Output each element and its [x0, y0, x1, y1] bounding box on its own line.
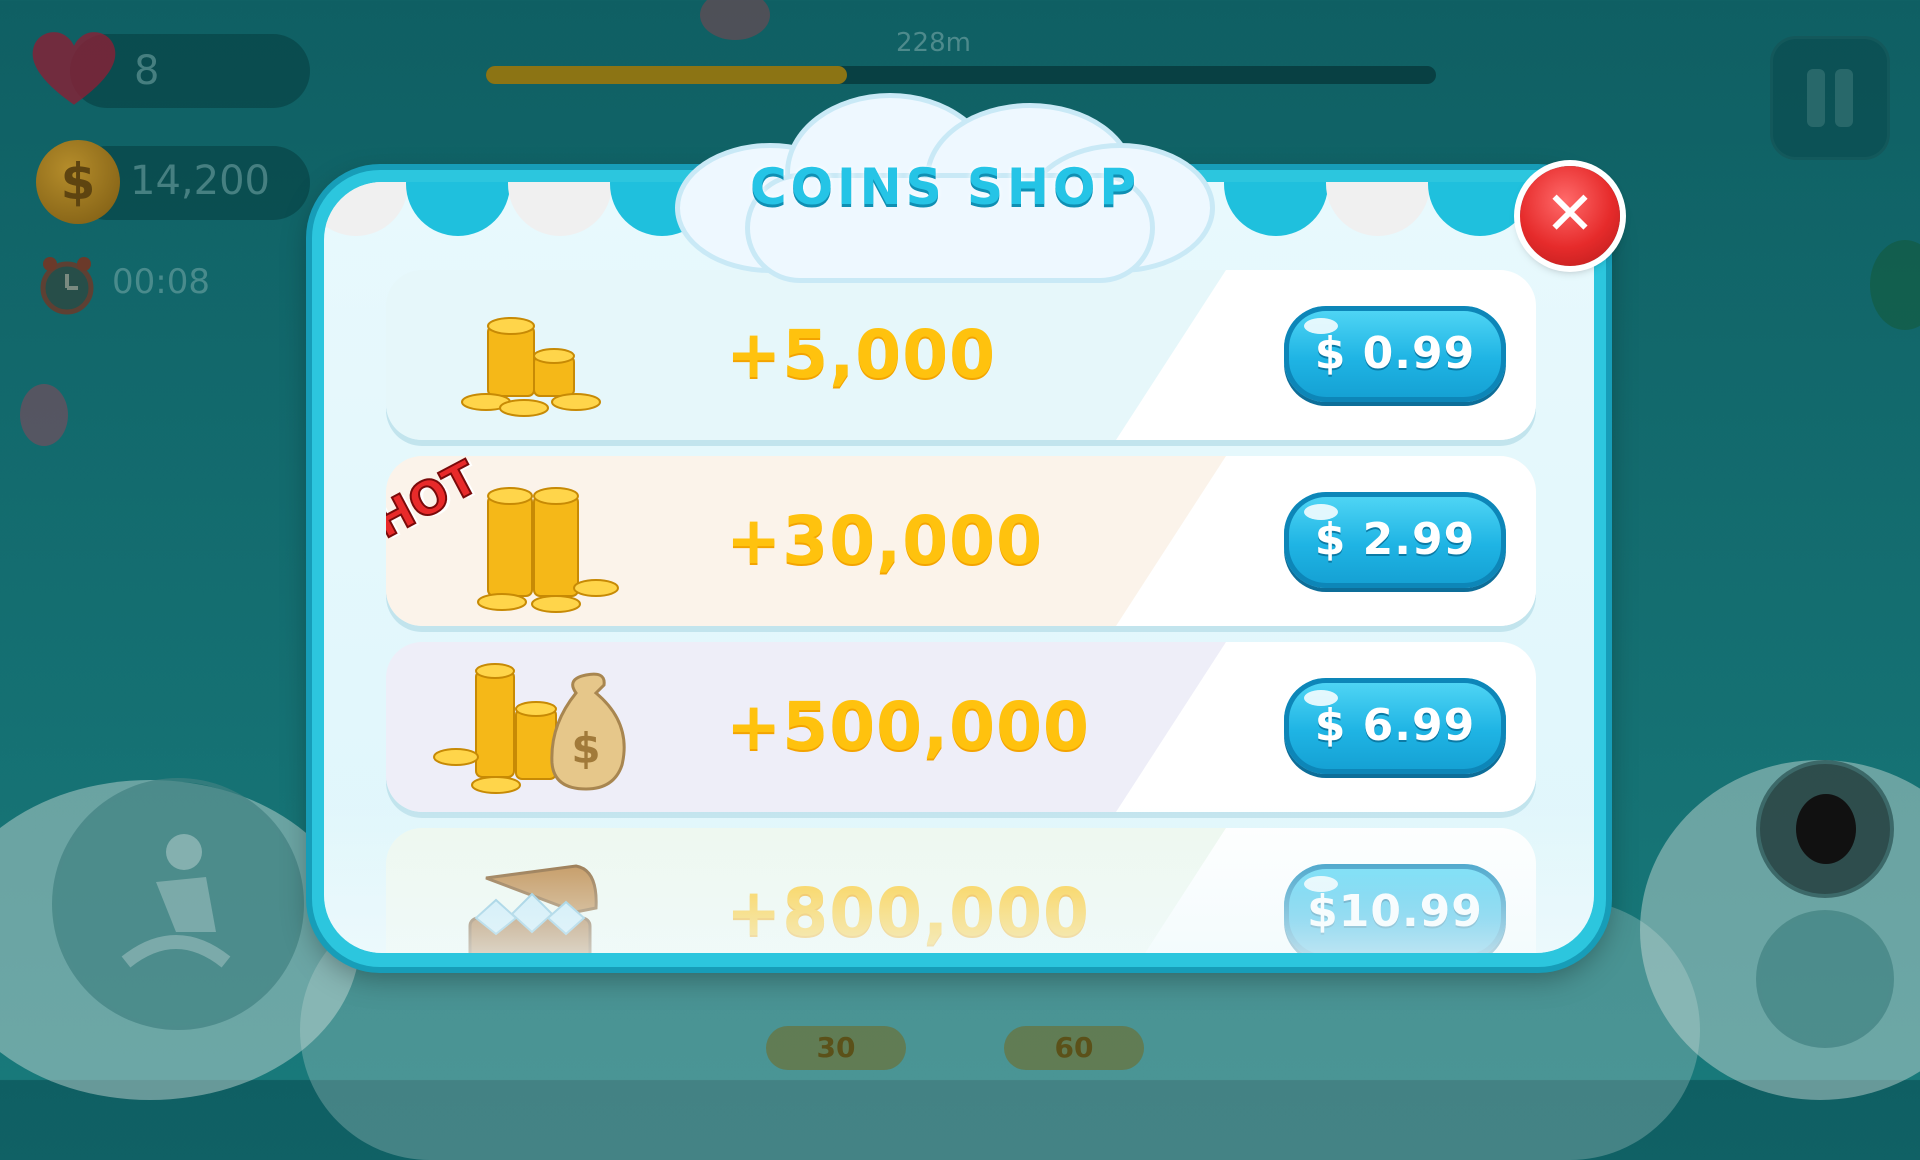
button-gloss — [1304, 318, 1338, 334]
coin-amount: +30,000 — [726, 502, 1043, 579]
buy-button-0-99[interactable]: $ 0.99 — [1284, 306, 1506, 402]
awning-scallop — [1326, 182, 1430, 236]
bomb-action-button[interactable] — [1756, 760, 1894, 898]
coin-amount: +500,000 — [726, 688, 1090, 765]
coin-amount: +5,000 — [726, 316, 997, 393]
shop-panel: +5,000 $ 0.99 HOT +30,000 $ 2.99 $ +500,… — [324, 182, 1594, 953]
coin-icon: $ — [36, 140, 120, 224]
alarm-clock-icon — [40, 257, 94, 315]
awning-scallop — [406, 182, 510, 236]
heart-icon — [32, 32, 116, 105]
shop-item-row: $ +500,000 $ 6.99 — [386, 642, 1536, 812]
jump-action-button[interactable] — [52, 778, 304, 1030]
price-label: $ 0.99 — [1314, 328, 1476, 379]
shop-item-row: +800,000 $10.99 — [386, 828, 1536, 953]
buy-button-10-99[interactable]: $10.99 — [1284, 864, 1506, 953]
buy-button-6-99[interactable]: $ 6.99 — [1284, 678, 1506, 774]
powerup-cost-2-value: 60 — [1054, 1031, 1094, 1064]
price-label: $ 6.99 — [1314, 700, 1476, 751]
close-x-icon: ✕ — [1544, 179, 1596, 249]
button-gloss — [1304, 690, 1338, 706]
level-progress-fill — [486, 66, 847, 84]
level-progress-bar — [486, 66, 1436, 84]
distance-label: 228m — [896, 28, 971, 58]
svg-text:$: $ — [571, 724, 600, 773]
button-gloss — [1304, 504, 1338, 520]
buy-button-2-99[interactable]: $ 2.99 — [1284, 492, 1506, 588]
awning-scallop — [324, 182, 408, 236]
close-button[interactable]: ✕ — [1520, 166, 1620, 266]
powerup-cost-2[interactable]: 60 — [1004, 1026, 1144, 1070]
shop-item-list: +5,000 $ 0.99 HOT +30,000 $ 2.99 $ +500,… — [386, 270, 1536, 953]
shop-item-row: HOT +30,000 $ 2.99 — [386, 456, 1536, 626]
balloon-decoration — [1870, 240, 1920, 330]
awning-scallop — [1224, 182, 1328, 236]
lives-count: 8 — [134, 48, 160, 94]
powerup-cost-1[interactable]: 30 — [766, 1026, 906, 1070]
shop-title-cloud: COINS SHOP — [660, 88, 1230, 278]
awning-scallop — [1428, 182, 1532, 236]
coins-count: 14,200 — [130, 158, 270, 204]
shop-title: COINS SHOP — [749, 158, 1141, 216]
button-gloss — [1304, 876, 1338, 892]
coins-shop-modal: +5,000 $ 0.99 HOT +30,000 $ 2.99 $ +500,… — [312, 170, 1606, 967]
awning-scallop — [508, 182, 612, 236]
coin-stack-money-bag-icon: $ — [433, 663, 626, 794]
jumping-figure-icon — [121, 834, 231, 968]
treasure-chest-diamonds-icon — [468, 864, 598, 953]
balloon-decoration — [20, 384, 68, 446]
secondary-action-button[interactable] — [1756, 910, 1894, 1048]
pause-icon — [1807, 69, 1825, 127]
bomb-icon — [1796, 794, 1856, 864]
coin-amount: +800,000 — [726, 874, 1090, 951]
shop-item-row: +5,000 $ 0.99 — [386, 270, 1536, 440]
pause-button[interactable] — [1770, 36, 1890, 160]
pause-icon-bar — [1835, 69, 1853, 127]
powerup-cost-1-value: 30 — [816, 1031, 856, 1064]
timer-text: 00:08 — [112, 262, 210, 302]
price-label: $10.99 — [1307, 886, 1483, 937]
coin-stack-small-icon — [461, 317, 601, 417]
price-label: $ 2.99 — [1314, 514, 1476, 565]
balloon-marker-icon — [700, 0, 770, 40]
